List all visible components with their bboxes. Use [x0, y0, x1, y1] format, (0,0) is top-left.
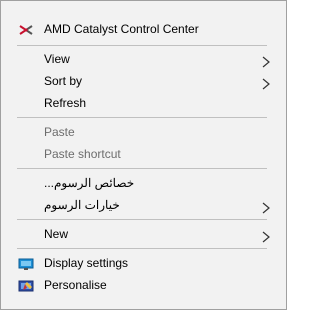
- menu-item-graphics-properties[interactable]: خصائص الرسوم...: [1, 172, 286, 194]
- chevron-right-icon: [262, 228, 270, 243]
- menu-item-amd-catalyst[interactable]: AMD Catalyst Control Center: [1, 18, 286, 40]
- menu-item-refresh[interactable]: Refresh: [1, 92, 286, 114]
- menu-item-display-settings[interactable]: Display settings: [1, 252, 286, 274]
- menu-separator: [17, 219, 267, 220]
- menu-item-view[interactable]: View: [1, 48, 286, 70]
- menu-item-label: Paste: [44, 125, 75, 139]
- chevron-right-icon: [262, 199, 270, 214]
- menu-separator: [17, 168, 267, 169]
- menu-item-sort-by[interactable]: Sort by: [1, 70, 286, 92]
- chevron-right-icon: [262, 53, 270, 68]
- menu-item-label: خصائص الرسوم...: [44, 176, 135, 190]
- display-settings-icon: [18, 256, 34, 270]
- menu-item-label: Paste shortcut: [44, 147, 121, 161]
- chevron-right-icon: [262, 75, 270, 90]
- amd-logo-icon: [18, 22, 34, 36]
- menu-separator: [17, 117, 267, 118]
- menu-item-label: View: [44, 52, 70, 66]
- menu-separator: [17, 248, 267, 249]
- menu-item-label: New: [44, 227, 69, 241]
- menu-item-label: Personalise: [44, 278, 107, 292]
- menu-item-label: Sort by: [44, 74, 83, 88]
- menu-item-personalise[interactable]: Personalise: [1, 274, 286, 296]
- desktop-context-menu: AMD Catalyst Control Center View Sort by…: [0, 0, 287, 310]
- menu-item-label: Refresh: [44, 96, 87, 110]
- menu-item-graphics-options[interactable]: خيارات الرسوم: [1, 194, 286, 216]
- menu-item-paste-shortcut: Paste shortcut: [1, 143, 286, 165]
- menu-item-label: Display settings: [44, 256, 129, 270]
- personalise-icon: [18, 278, 34, 292]
- menu-item-new[interactable]: New: [1, 223, 286, 245]
- menu-item-label: خيارات الرسوم: [44, 198, 120, 212]
- menu-item-paste: Paste: [1, 121, 286, 143]
- menu-separator: [17, 45, 267, 46]
- menu-item-label: AMD Catalyst Control Center: [44, 22, 199, 36]
